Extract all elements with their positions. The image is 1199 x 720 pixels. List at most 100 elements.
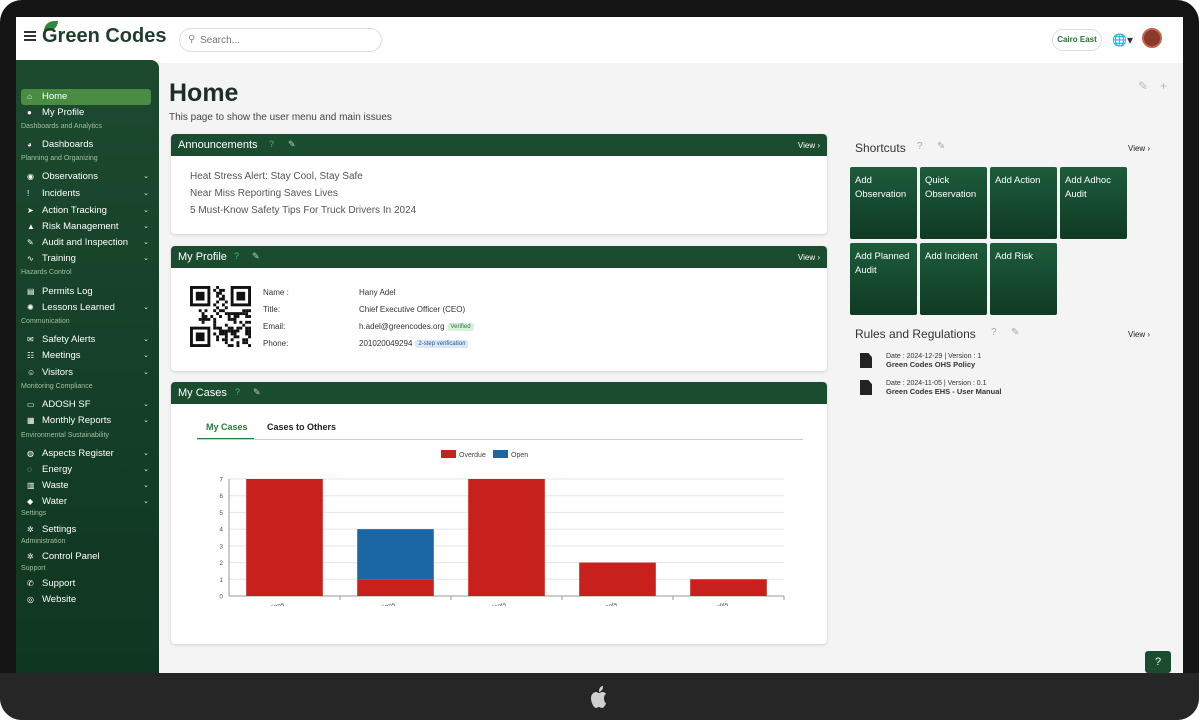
name-label: Name :: [263, 288, 289, 297]
shortcut-tile[interactable]: Quick Observation: [920, 167, 987, 239]
chevron-down-icon: ⌄: [143, 482, 149, 489]
profile-email: h.adel@greencodes.org Verified: [359, 322, 474, 331]
sidebar-item-visitors[interactable]: ☺ Visitors ⌄: [21, 365, 151, 381]
edit-icon[interactable]: ✎: [253, 387, 261, 398]
sidebar-item-home[interactable]: ⌂ Home: [21, 89, 151, 105]
sidebar-item-incidents[interactable]: ! Incidents ⌄: [21, 186, 151, 202]
shortcut-tile[interactable]: Add Observation: [850, 167, 917, 239]
sidebar-item-waste[interactable]: ▥ Waste ⌄: [21, 478, 151, 494]
search-box[interactable]: ⚲: [179, 28, 382, 52]
shortcut-tile[interactable]: Add Planned Audit: [850, 243, 917, 315]
sidebar-item-observations[interactable]: ◉ Observations ⌄: [21, 169, 151, 185]
rules-view-link[interactable]: View ›: [1128, 330, 1150, 339]
search-icon: ⚲: [188, 34, 196, 45]
sidebar-item-water[interactable]: ◆ Water ⌄: [21, 494, 151, 510]
sidebar-item-aspects-register[interactable]: ◍ Aspects Register ⌄: [21, 446, 151, 462]
sidebar-item-dashboards[interactable]: ◕ Dashboards: [21, 137, 151, 153]
sidebar-item-settings[interactable]: ✲ Settings: [21, 522, 151, 538]
support-icon: ✆: [27, 579, 34, 588]
location-button[interactable]: Cairo East: [1052, 29, 1102, 51]
sidebar-item-training[interactable]: ∿ Training ⌄: [21, 251, 151, 267]
sidebar-section-label: Support: [21, 565, 46, 572]
sidebar-item-risk-management[interactable]: ▲ Risk Management ⌄: [21, 219, 151, 235]
email-label: Email:: [263, 322, 286, 331]
shortcuts-view-link[interactable]: View ›: [1128, 144, 1150, 153]
sidebar-item-action-tracking[interactable]: ➤ Action Tracking ⌄: [21, 203, 151, 219]
bar-overdue: [579, 562, 656, 596]
sidebar-item-adosh-sf[interactable]: ▭ ADOSH SF ⌄: [21, 397, 151, 413]
bar-overdue: [246, 479, 323, 596]
rule-doc-item[interactable]: Date : 2024-11-05 | Version : 0.1 Green C…: [886, 380, 1001, 396]
language-globe-icon[interactable]: 🌐▾: [1112, 33, 1133, 47]
sidebar-item-website[interactable]: ◎ Website: [21, 592, 151, 608]
profile-view-link[interactable]: View ›: [798, 253, 820, 262]
chevron-down-icon: ⌄: [143, 190, 149, 197]
menu-icon[interactable]: [24, 31, 36, 41]
help-icon[interactable]: ?: [234, 251, 239, 261]
help-icon[interactable]: ?: [235, 387, 240, 397]
shortcut-tile[interactable]: Add Incident: [920, 243, 987, 315]
folder-icon: ▭: [27, 400, 35, 409]
sidebar-item-label: Meetings: [42, 350, 81, 361]
chevron-down-icon: ⌄: [143, 466, 149, 473]
cases-header: My Cases ? ✎: [171, 382, 827, 404]
edit-icon[interactable]: ✎: [937, 141, 945, 152]
cases-title: My Cases: [178, 387, 227, 399]
sidebar-item-safety-alerts[interactable]: ✉ Safety Alerts ⌄: [21, 332, 151, 348]
shortcut-tile[interactable]: Add Action: [990, 167, 1057, 239]
gear-icon: ✲: [27, 552, 34, 561]
add-icon[interactable]: +: [1160, 79, 1167, 93]
sidebar-item-audit-and-inspection[interactable]: ✎ Audit and Inspection ⌄: [21, 235, 151, 251]
announcement-item[interactable]: 5 Must-Know Safety Tips For Truck Driver…: [190, 205, 416, 216]
sidebar-item-monthly-reports[interactable]: ▦ Monthly Reports ⌄: [21, 413, 151, 429]
announcements-title: Announcements: [178, 139, 258, 151]
edit-icon[interactable]: ✎: [1011, 327, 1019, 338]
tab-cases-to-others[interactable]: Cases to Others: [267, 422, 336, 432]
title-label: Title:: [263, 305, 281, 314]
help-icon[interactable]: ?: [269, 139, 274, 149]
chevron-down-icon: ⌄: [143, 336, 149, 343]
user-avatar[interactable]: [1142, 28, 1162, 48]
sidebar-item-support[interactable]: ✆ Support: [21, 576, 151, 592]
x-tick-label: Incidents: [480, 601, 508, 606]
sidebar-item-permits-log[interactable]: ▤ Permits Log: [21, 284, 151, 300]
edit-icon[interactable]: ✎: [288, 139, 296, 150]
tab-divider: [197, 439, 803, 440]
rules-title: Rules and Regulations: [855, 327, 976, 341]
shortcut-tile[interactable]: Add Risk: [990, 243, 1057, 315]
rule-doc-item[interactable]: Date : 2024-12-29 | Version : 1 Green Cod…: [886, 353, 981, 369]
sidebar-item-label: Settings: [42, 524, 77, 535]
sidebar-item-energy[interactable]: ◌ Energy ⌄: [21, 462, 151, 478]
help-icon[interactable]: ?: [917, 141, 923, 152]
bar-overdue: [690, 579, 767, 596]
bell-icon: ✉: [27, 335, 34, 344]
chevron-down-icon: ⌄: [143, 239, 149, 246]
warning-icon: ▲: [27, 222, 35, 231]
shortcut-tile[interactable]: Add Adhoc Audit: [1060, 167, 1127, 239]
announcement-item[interactable]: Heat Stress Alert: Stay Cool, Stay Safe: [190, 171, 363, 182]
help-icon[interactable]: ?: [991, 327, 997, 338]
announcement-item[interactable]: Near Miss Reporting Saves Lives: [190, 188, 338, 199]
sidebar-item-my-profile[interactable]: ● My Profile: [21, 105, 151, 121]
sidebar-item-label: Home: [42, 91, 68, 102]
document-icon: [860, 353, 872, 368]
sidebar-section-label: Hazards Control: [21, 269, 72, 276]
announcements-view-link[interactable]: View ›: [798, 141, 820, 150]
chevron-down-icon: ⌄: [143, 417, 149, 424]
help-button[interactable]: ?: [1145, 651, 1171, 673]
tab-my-cases[interactable]: My Cases: [206, 422, 248, 432]
sidebar-section-label: Planning and Organizing: [21, 155, 98, 162]
edit-icon[interactable]: ✎: [1138, 79, 1148, 93]
search-input[interactable]: [200, 32, 370, 48]
announcements-card: Announcements ? ✎ View › Heat Stress Ale…: [171, 134, 827, 234]
edit-icon[interactable]: ✎: [252, 251, 260, 262]
pie-icon: ◕: [27, 140, 32, 149]
verified-badge: Verified: [447, 322, 474, 331]
sidebar-item-lessons-learned[interactable]: ✺ Lessons Learned ⌄: [21, 300, 151, 316]
sidebar-item-meetings[interactable]: ☷ Meetings ⌄: [21, 348, 151, 364]
y-tick-label: 5: [219, 510, 223, 517]
chevron-down-icon: ⌄: [143, 207, 149, 214]
sidebar-item-control-panel[interactable]: ✲ Control Panel: [21, 549, 151, 565]
app-logo[interactable]: Green Codes: [42, 25, 166, 48]
page-title: Home: [169, 79, 239, 107]
